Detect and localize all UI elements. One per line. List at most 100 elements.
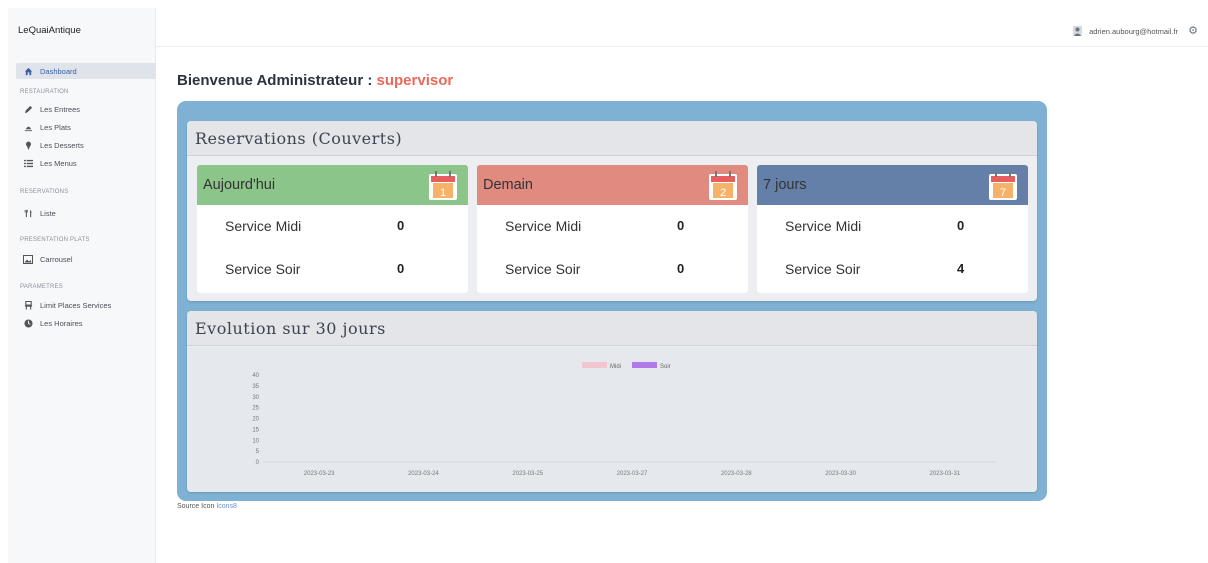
icons8-link[interactable]: Icons8 <box>216 503 237 510</box>
list-icon <box>22 159 34 168</box>
stat-card-label: 7 jours <box>763 177 807 193</box>
image-icon <box>22 254 34 264</box>
service-soir-value: 0 <box>677 261 685 276</box>
gear-icon[interactable]: ⚙ <box>1188 24 1198 37</box>
page-title: Bienvenue Administrateur : supervisor <box>177 72 453 89</box>
stat-card-today: Aujourd'hui 1 Service Midi 0 Service Soi… <box>197 165 468 293</box>
user-menu[interactable]: adrien.aubourg@hotmail.fr <box>1073 26 1178 36</box>
y-tick-label: 30 <box>252 395 259 401</box>
sidebar-item-horaires[interactable]: Les Horaires <box>16 315 156 331</box>
service-midi-label: Service Midi <box>785 218 862 234</box>
y-tick-label: 20 <box>252 417 259 423</box>
y-tick-label: 25 <box>252 406 259 412</box>
y-tick-label: 5 <box>256 449 260 455</box>
legend-item-midi[interactable]: Midi <box>582 362 621 370</box>
stat-card-label: Aujourd'hui <box>203 177 276 193</box>
legend-swatch <box>632 362 657 368</box>
y-tick-label: 40 <box>252 373 259 379</box>
section-reservations: RESERVATIONS <box>20 189 69 195</box>
service-midi-value: 0 <box>957 218 965 233</box>
service-midi-label: Service Midi <box>225 218 302 234</box>
stat-card-header: Aujourd'hui 1 <box>197 165 468 205</box>
y-tick-label: 35 <box>252 384 259 390</box>
calendar-icon: 2 <box>709 171 737 200</box>
stat-card-label: Demain <box>483 177 533 193</box>
x-tick-label: 2023-03-31 <box>930 471 961 477</box>
service-soir-label: Service Soir <box>505 261 581 277</box>
sidebar-item-liste[interactable]: Liste <box>16 205 156 221</box>
welcome-prefix: Bienvenue Administrateur : <box>177 72 373 89</box>
sidebar-item-label: Les Menus <box>40 158 77 168</box>
x-tick-label: 2023-03-28 <box>721 471 752 477</box>
x-tick-label: 2023-03-27 <box>617 471 648 477</box>
reservations-title: Reservations (Couverts) <box>187 121 1037 156</box>
evolution-chart: Midi Soir 40 35 30 25 20 15 10 5 0 2023-03-23 2023-0… <box>252 362 997 477</box>
sidebar-item-desserts[interactable]: Les Desserts <box>16 137 156 153</box>
stat-card-week: 7 jours 7 Service Midi 0 Service Soir 4 <box>757 165 1028 293</box>
y-tick-label: 10 <box>252 438 259 444</box>
user-icon <box>1073 26 1083 36</box>
sidebar-item-dashboard[interactable]: Dashboard <box>16 63 156 79</box>
chart-area: Midi Soir 40 35 30 25 20 15 10 5 0 2023-03-23 2023-0… <box>187 347 1037 492</box>
calendar-icon: 7 <box>989 171 1017 200</box>
user-email: adrien.aubourg@hotmail.fr <box>1089 26 1178 36</box>
chair-icon <box>22 300 34 310</box>
sidebar-item-plats[interactable]: Les Plats <box>16 119 156 135</box>
section-presentation: PRESENTATION PLATS <box>20 237 90 243</box>
stat-card-header: 7 jours 7 <box>757 165 1028 205</box>
x-tick-label: 2023-03-23 <box>304 471 335 477</box>
brand-name[interactable]: LeQuaiAntique <box>18 25 81 36</box>
legend-label: Soir <box>660 364 671 370</box>
service-soir-label: Service Soir <box>225 261 301 277</box>
x-tick-label: 2023-03-24 <box>408 471 439 477</box>
ice-cream-icon <box>22 141 34 150</box>
service-soir-value: 4 <box>957 261 965 276</box>
stat-card-header: Demain 2 <box>477 165 748 205</box>
y-tick-label: 0 <box>256 460 260 466</box>
sidebar-item-carrousel[interactable]: Carrousel <box>16 251 156 267</box>
reservations-card: Reservations (Couverts) Aujourd'hui 1 Se… <box>187 121 1037 301</box>
welcome-username: supervisor <box>376 72 454 89</box>
service-midi-value: 0 <box>677 218 685 233</box>
source-credit: Source Icon Icons8 <box>177 503 237 510</box>
service-midi-label: Service Midi <box>505 218 582 234</box>
sidebar-item-menus[interactable]: Les Menus <box>16 155 156 171</box>
legend-item-soir[interactable]: Soir <box>632 362 671 370</box>
source-label: Source Icon <box>177 503 215 510</box>
topbar: adrien.aubourg@hotmail.fr ⚙ <box>156 8 1208 47</box>
sidebar-item-label: Carrousel <box>40 254 73 264</box>
calendar-icon: 1 <box>429 171 457 200</box>
sidebar-item-label: Les Desserts <box>40 140 84 150</box>
sidebar-item-label: Les Plats <box>40 122 71 132</box>
x-tick-label: 2023-03-30 <box>825 471 856 477</box>
y-tick-label: 15 <box>252 427 259 433</box>
x-tick-label: 2023-03-25 <box>512 471 543 477</box>
service-soir-label: Service Soir <box>785 261 861 277</box>
sidebar-item-label: Limit Places Services <box>40 300 112 310</box>
sidebar-item-label: Dashboard <box>40 66 77 76</box>
sidebar-item-label: Les Horaires <box>40 318 83 328</box>
plate-icon <box>22 123 34 132</box>
utensils-icon <box>22 209 34 218</box>
section-restauration: RESTAURATION <box>20 89 69 95</box>
sidebar: LeQuaiAntique Dashboard RESTAURATION Les… <box>8 8 156 563</box>
pencil-icon <box>22 105 34 114</box>
legend-swatch <box>582 362 607 368</box>
stat-card-tomorrow: Demain 2 Service Midi 0 Service Soir 0 <box>477 165 748 293</box>
calendar-badge-text: 7 <box>1000 187 1006 199</box>
evolution-title: Evolution sur 30 jours <box>187 311 1037 346</box>
service-midi-value: 0 <box>397 218 405 233</box>
dashboard-frame: Reservations (Couverts) Aujourd'hui 1 Se… <box>177 101 1047 501</box>
section-parametres: PARAMETRES <box>20 284 63 290</box>
sidebar-item-limit-places[interactable]: Limit Places Services <box>16 297 156 313</box>
sidebar-item-label: Les Entrees <box>40 104 81 114</box>
clock-icon <box>22 318 34 328</box>
sidebar-item-entrees[interactable]: Les Entrees <box>16 101 156 117</box>
evolution-card: Evolution sur 30 jours Midi Soir 40 35 30 25 2… <box>187 311 1037 492</box>
home-icon <box>22 67 34 76</box>
legend-label: Midi <box>610 364 621 370</box>
sidebar-item-label: Liste <box>40 208 56 218</box>
calendar-badge-text: 2 <box>720 187 726 199</box>
service-soir-value: 0 <box>397 261 405 276</box>
calendar-badge-text: 1 <box>440 187 446 199</box>
